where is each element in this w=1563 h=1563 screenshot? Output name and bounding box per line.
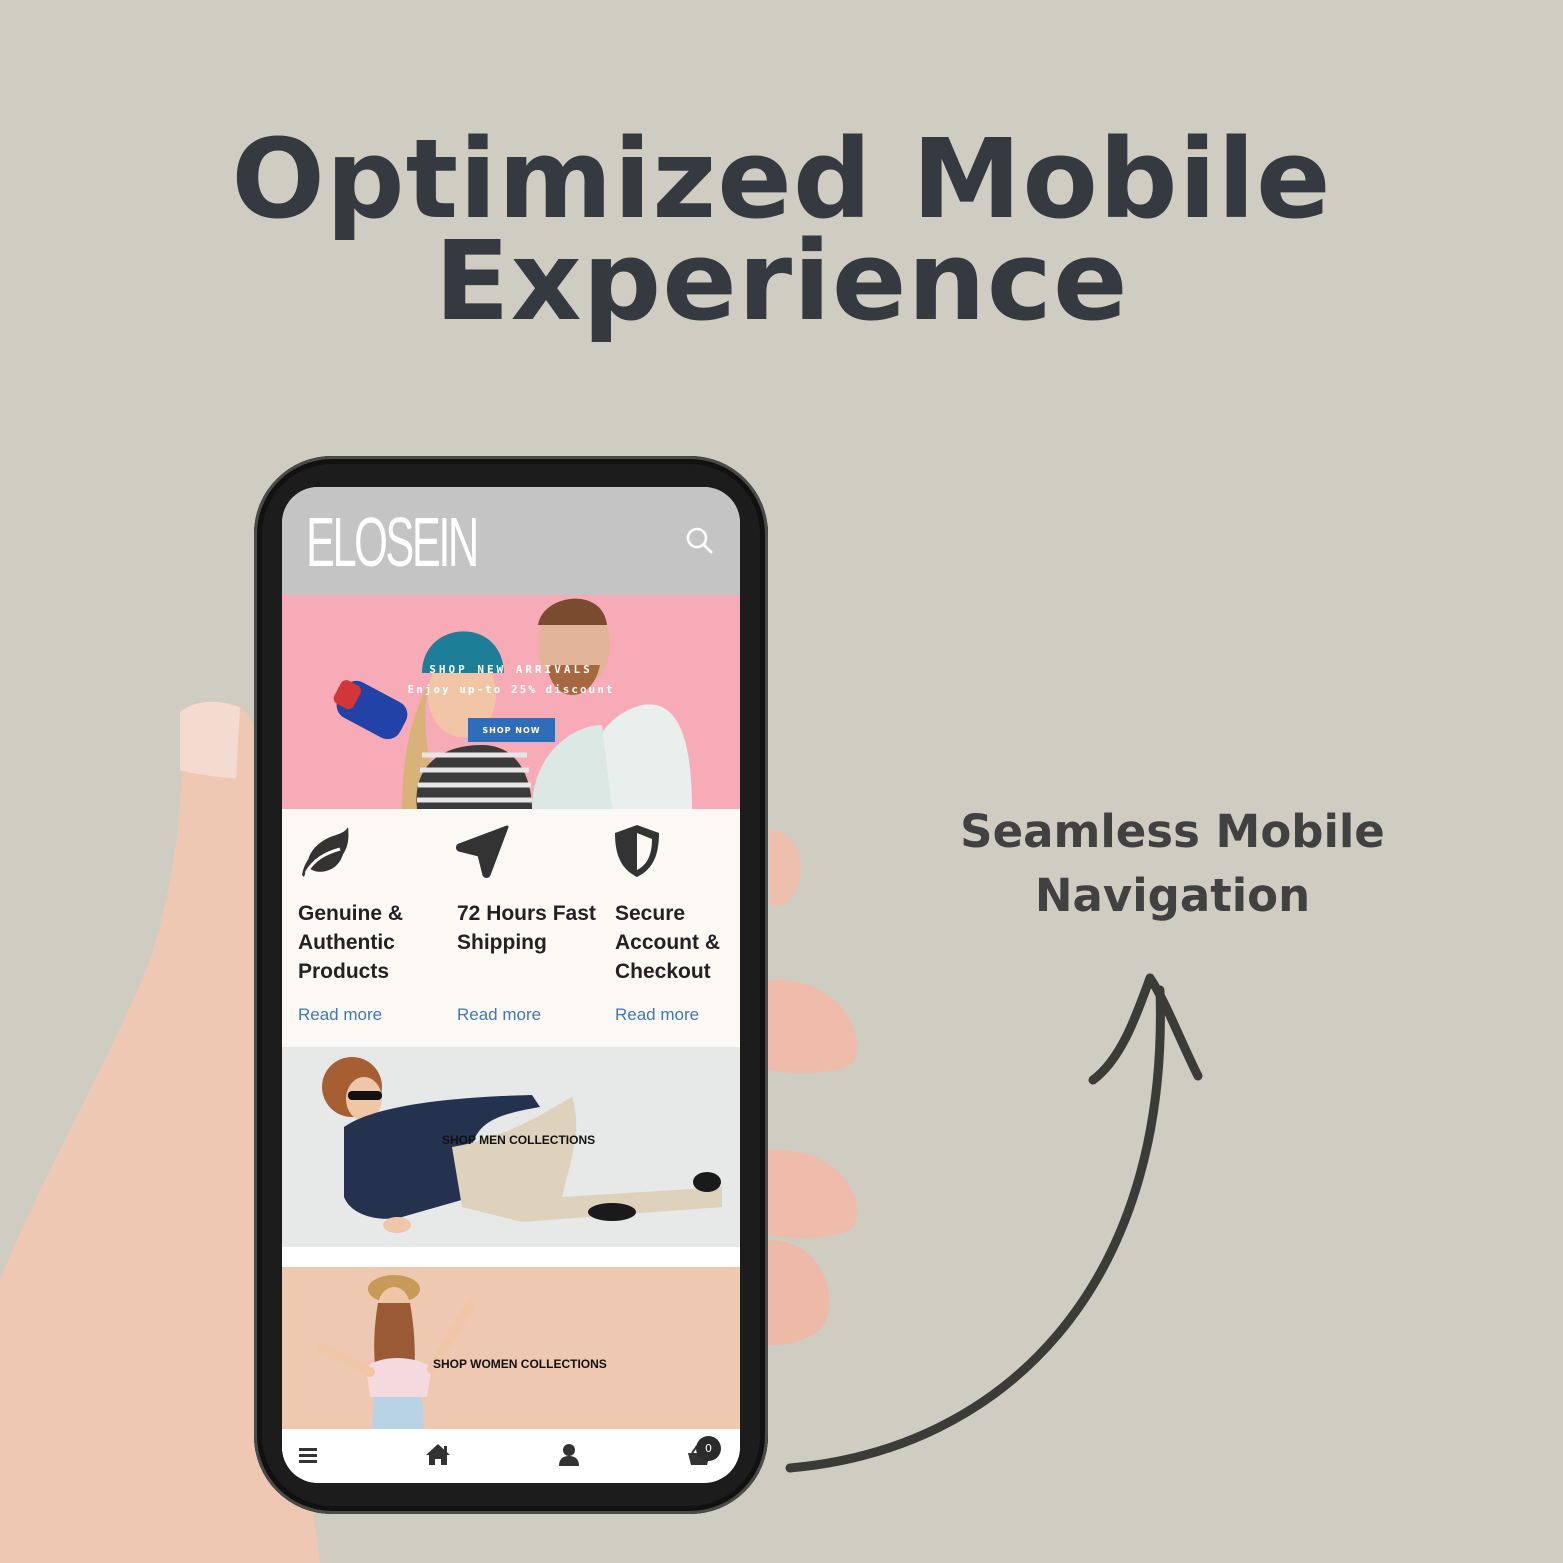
read-more-link[interactable]: Read more	[457, 1005, 541, 1025]
hero-banner[interactable]: SHOP NEW ARRIVALS Enjoy up-to 25% discou…	[282, 595, 740, 809]
home-icon	[426, 1444, 450, 1465]
read-more-link[interactable]: Read more	[615, 1005, 699, 1025]
side-caption-line-1: Seamless Mobile	[960, 805, 1385, 858]
hero-title: SHOP NEW ARRIVALS	[429, 663, 593, 676]
headline-line-2: Experience	[434, 217, 1129, 345]
feature-secure: Secure Account & Checkout Read more	[599, 809, 740, 1047]
side-caption: Seamless Mobile Navigation	[960, 800, 1385, 928]
headline-line-1: Optimized Mobile	[231, 115, 1332, 243]
navigation-arrow-icon	[456, 825, 509, 878]
user-icon	[559, 1444, 579, 1466]
page-headline: Optimized Mobile Experience	[0, 115, 1563, 345]
side-caption-line-2: Navigation	[1034, 869, 1311, 922]
women-collection-banner[interactable]: SHOP WOMEN COLLECTIONS	[282, 1267, 740, 1429]
phone-screen: ELOSEIN SHOP NEW ARRIVALS Enjoy up-to 25…	[282, 487, 740, 1483]
cart-count-badge: 0	[696, 1436, 721, 1461]
hero-subtitle: Enjoy up-to 25% discount	[407, 683, 615, 696]
menu-icon	[299, 1448, 317, 1463]
women-collection-label[interactable]: SHOP WOMEN COLLECTIONS	[433, 1357, 607, 1371]
shop-now-button[interactable]: SHOP NOW	[468, 718, 555, 742]
leaf-icon	[302, 827, 349, 877]
feature-title: Genuine & Authentic Products	[298, 902, 404, 983]
read-more-link[interactable]: Read more	[298, 1005, 382, 1025]
bottom-navigation: 0	[282, 1429, 740, 1483]
nav-account-button[interactable]	[551, 1441, 587, 1471]
women-collection-photo	[317, 1275, 475, 1429]
nav-home-button[interactable]	[420, 1441, 456, 1471]
men-collection-banner[interactable]: SHOP MEN COLLECTIONS	[282, 1047, 740, 1265]
men-collection-label[interactable]: SHOP MEN COLLECTIONS	[442, 1133, 595, 1147]
app-header: ELOSEIN	[282, 487, 740, 595]
search-icon	[686, 527, 713, 554]
features-section: Genuine & Authentic Products Read more 7…	[282, 809, 740, 1047]
nav-menu-button[interactable]	[294, 1441, 330, 1471]
men-collection-photo	[322, 1057, 722, 1233]
search-button[interactable]	[684, 525, 716, 557]
feature-shipping: 72 Hours Fast Shipping Read more	[441, 809, 596, 1047]
feature-genuine: Genuine & Authentic Products Read more	[282, 809, 432, 1047]
shield-icon	[615, 825, 659, 877]
brand-logo[interactable]: ELOSEIN	[306, 497, 479, 587]
feature-title: Secure Account & Checkout	[615, 902, 720, 983]
section-divider	[282, 1247, 740, 1267]
hero-photo	[333, 598, 692, 809]
feature-title: 72 Hours Fast Shipping	[457, 902, 596, 954]
